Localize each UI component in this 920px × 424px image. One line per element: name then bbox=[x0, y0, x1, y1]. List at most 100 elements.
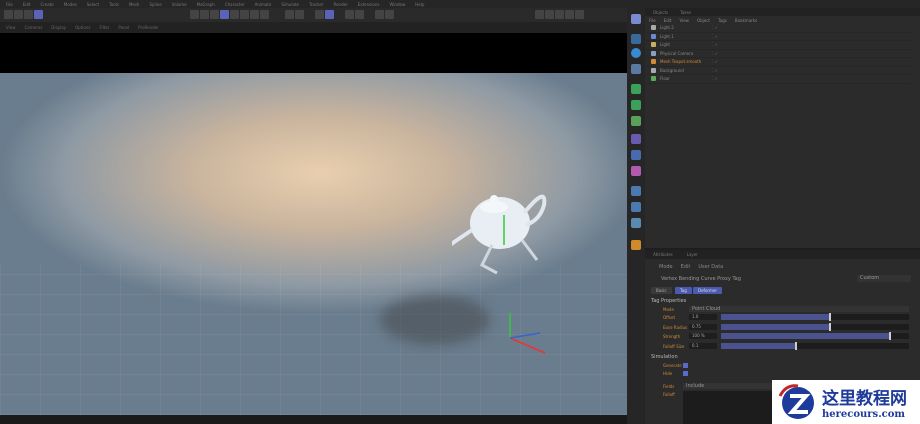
viewport-menu-item[interactable]: Filter bbox=[99, 25, 109, 30]
menu-item[interactable]: Character bbox=[225, 2, 245, 7]
param-slider[interactable] bbox=[721, 332, 909, 340]
tab-objects[interactable]: Objects bbox=[653, 10, 668, 15]
toolbar-button[interactable] bbox=[240, 10, 249, 19]
tab-takes[interactable]: Takes bbox=[680, 10, 691, 15]
deformer-icon[interactable] bbox=[631, 100, 641, 110]
visibility-toggle[interactable]: ⁚ ✓ bbox=[712, 42, 718, 47]
menu-item[interactable]: Create bbox=[40, 2, 53, 7]
object-row[interactable]: Light.1 ⁚ ✓ bbox=[645, 33, 910, 41]
field-icon[interactable] bbox=[631, 116, 641, 126]
viewport-menu-item[interactable]: Display bbox=[51, 25, 66, 30]
checkbox[interactable] bbox=[683, 363, 688, 368]
visibility-toggle[interactable]: ⁚ ✓ bbox=[712, 34, 718, 39]
toolbar-button[interactable] bbox=[220, 10, 229, 19]
menu-item[interactable]: Render bbox=[333, 2, 347, 7]
om-menu-item[interactable]: Object bbox=[697, 18, 710, 23]
om-menu-item[interactable]: Tags bbox=[718, 18, 727, 23]
menu-item[interactable]: Extensions bbox=[358, 2, 380, 7]
menu-user-data[interactable]: User Data bbox=[698, 264, 723, 270]
scene-icon[interactable] bbox=[631, 134, 641, 144]
object-name[interactable]: Background bbox=[660, 68, 712, 73]
param-value-field[interactable]: 100 % bbox=[689, 333, 717, 339]
menu-item[interactable]: Help bbox=[415, 2, 424, 7]
menu-item[interactable]: Volume bbox=[172, 2, 187, 7]
toolbar-button[interactable] bbox=[295, 10, 304, 19]
camera-icon[interactable] bbox=[631, 150, 641, 160]
param-value-field[interactable]: 0.1 bbox=[689, 342, 717, 349]
mode-dropdown[interactable]: Custom bbox=[857, 275, 911, 282]
object-row[interactable]: Physical Camera ⁚ ✓ bbox=[645, 50, 910, 58]
om-menu-item[interactable]: File bbox=[649, 18, 656, 23]
visibility-toggle[interactable]: ⁚ ✓ bbox=[712, 76, 718, 81]
plugin-icon[interactable] bbox=[631, 240, 641, 250]
tab-attributes[interactable]: Attributes bbox=[653, 252, 673, 257]
om-menu-item[interactable]: Edit bbox=[664, 18, 672, 23]
teapot-model[interactable] bbox=[452, 185, 552, 275]
toolbar-button[interactable] bbox=[535, 10, 544, 19]
menu-item[interactable]: Window bbox=[389, 2, 405, 7]
object-name[interactable]: Mesh Teapot.smooth bbox=[660, 59, 712, 64]
param-slider[interactable] bbox=[721, 322, 909, 331]
toolbar-button[interactable] bbox=[325, 10, 334, 19]
visibility-toggle[interactable]: ⁚ ✓ bbox=[712, 51, 718, 56]
axis-gizmo[interactable] bbox=[500, 313, 560, 363]
menu-item[interactable]: Select bbox=[87, 2, 99, 7]
toolbar-button[interactable] bbox=[545, 10, 554, 19]
param-slider[interactable] bbox=[721, 313, 909, 321]
tab-basic[interactable]: Basic bbox=[651, 287, 672, 294]
tab-deformer[interactable]: Deformer bbox=[693, 287, 722, 294]
mograph-icon[interactable] bbox=[631, 84, 641, 94]
cube-icon[interactable] bbox=[631, 14, 641, 24]
object-name[interactable]: Light bbox=[660, 42, 712, 47]
visibility-toggle[interactable]: ⁚ ✓ bbox=[712, 25, 718, 30]
light-icon[interactable] bbox=[631, 166, 641, 176]
param-slider[interactable] bbox=[721, 341, 909, 350]
menu-item[interactable]: Simulate bbox=[281, 2, 299, 7]
menu-edit[interactable]: Edit bbox=[681, 264, 691, 270]
param-value-field[interactable]: 0.75 bbox=[689, 323, 717, 330]
object-row[interactable]: Floor ⁚ ✓ bbox=[645, 75, 910, 84]
toolbar-button[interactable] bbox=[14, 10, 23, 19]
om-menu-item[interactable]: View bbox=[679, 18, 689, 23]
object-name[interactable]: Floor bbox=[660, 76, 712, 81]
toolbar-button[interactable] bbox=[565, 10, 574, 19]
object-name[interactable]: Light.1 bbox=[660, 34, 712, 39]
toolbar-button[interactable] bbox=[315, 10, 324, 19]
tab-tag[interactable]: Tag bbox=[675, 287, 692, 294]
om-menu-item[interactable]: Bookmarks bbox=[735, 18, 757, 23]
menu-item[interactable]: Animate bbox=[255, 2, 272, 7]
menu-item[interactable]: Edit bbox=[23, 2, 31, 7]
object-row[interactable]: Background ⁚ ✓ bbox=[645, 67, 910, 75]
toolbar-button[interactable] bbox=[285, 10, 294, 19]
object-row[interactable]: Mesh Teapot.smooth ⁚ ✓ bbox=[645, 58, 910, 67]
menu-item[interactable]: Tools bbox=[109, 2, 119, 7]
toolbar-button[interactable] bbox=[210, 10, 219, 19]
render-icon[interactable] bbox=[631, 202, 641, 212]
spline-icon[interactable] bbox=[631, 34, 641, 44]
object-name[interactable]: Physical Camera bbox=[660, 51, 712, 56]
menu-item[interactable]: Modes bbox=[64, 2, 77, 7]
toolbar-button[interactable] bbox=[555, 10, 564, 19]
visibility-toggle[interactable]: ⁚ ✓ bbox=[712, 68, 718, 73]
menu-item[interactable]: Tracker bbox=[309, 2, 323, 7]
menu-mode[interactable]: Mode bbox=[659, 264, 673, 270]
toolbar-button[interactable] bbox=[575, 10, 584, 19]
toolbar-button[interactable] bbox=[250, 10, 259, 19]
menu-item[interactable]: Mesh bbox=[129, 2, 140, 7]
menu-item[interactable]: Spline bbox=[149, 2, 161, 7]
viewport-menu-item[interactable]: Panel bbox=[118, 25, 129, 30]
toolbar-button[interactable] bbox=[200, 10, 209, 19]
tab-layer[interactable]: Layer bbox=[687, 252, 698, 257]
checkbox[interactable] bbox=[683, 371, 688, 376]
toolbar-button[interactable] bbox=[385, 10, 394, 19]
viewport[interactable] bbox=[0, 73, 627, 415]
toolbar-button[interactable] bbox=[345, 10, 354, 19]
toolbar-button[interactable] bbox=[260, 10, 269, 19]
object-row[interactable]: Light.2 ⁚ ✓ bbox=[645, 24, 910, 33]
object-row[interactable]: Light ⁚ ✓ bbox=[645, 41, 910, 50]
viewport-menu-item[interactable]: Options bbox=[75, 25, 90, 30]
text-icon[interactable] bbox=[631, 64, 641, 74]
menu-item[interactable]: MoGraph bbox=[197, 2, 215, 7]
viewport-menu-item[interactable]: ProRender bbox=[138, 25, 159, 30]
viewport-menu-item[interactable]: View bbox=[6, 25, 16, 30]
